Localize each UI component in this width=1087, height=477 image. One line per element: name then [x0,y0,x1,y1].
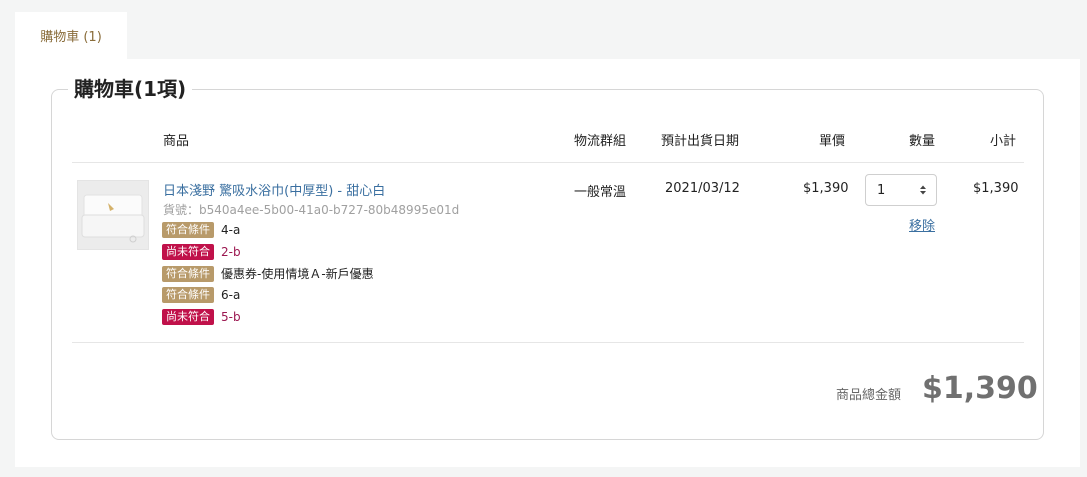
condition-text: 5-b [221,309,241,324]
header-quantity: 數量 [909,134,936,149]
condition-badge: 尚未符合 [162,308,214,325]
condition-badge: 符合條件 [162,265,214,282]
cart-legend: 購物車(1項) [68,75,193,103]
product-thumbnail[interactable] [77,180,149,250]
condition-badge: 尚未符合 [162,243,214,260]
select-updown-icon [920,185,926,195]
condition-badge: 符合條件 [162,221,214,238]
cart-panel: 購物車(1項) 商品 物流群組 預計出貨日期 單價 數量 小計 日本淺野 驚吸水… [15,59,1080,467]
cart-fieldset: 購物車(1項) 商品 物流群組 預計出貨日期 單價 數量 小計 日本淺野 驚吸水… [51,75,1044,440]
product-name-link[interactable]: 日本淺野 驚吸水浴巾(中厚型) - 甜心白 [163,180,385,199]
tab-cart[interactable]: 購物車 (1) [15,12,127,59]
unit-price-value: $1,390 [803,181,849,196]
logistics-value: 一般常溫 [574,185,627,200]
header-product: 商品 [163,134,190,149]
header-ship-date: 預計出貨日期 [661,134,740,149]
towel-product-image [78,181,148,249]
header-unit-price: 單價 [819,134,846,149]
total-label: 商品總金額 [836,388,902,403]
condition-badge: 符合條件 [162,286,214,303]
subtotal-value: $1,390 [973,181,1019,196]
remove-item-link[interactable]: 移除 [909,215,935,234]
header-divider [72,162,1024,163]
condition-text: 優惠券-使用情境Ａ-新戶優惠 [221,267,374,281]
condition-row: 符合條件 優惠券-使用情境Ａ-新戶優惠 [162,264,374,283]
condition-row: 符合條件 6-a [162,285,240,304]
quantity-select[interactable]: 1 [865,174,937,206]
condition-row: 符合條件 4-a [162,220,240,239]
condition-row: 尚未符合 2-b [162,242,241,261]
product-sku: 貨號：b540a4ee-5b00-41a0-b727-80b48995e01d [163,203,460,217]
condition-row: 尚未符合 5-b [162,307,241,326]
header-subtotal: 小計 [990,134,1017,149]
ship-date-value: 2021/03/12 [665,181,740,196]
condition-text: 2-b [221,244,241,259]
quantity-value: 1 [877,182,886,198]
total-amount: $1,390 [922,371,1038,406]
condition-text: 4-a [221,222,241,237]
header-logistics: 物流群組 [574,134,627,149]
condition-text: 6-a [221,287,241,302]
footer-divider [72,342,1024,343]
